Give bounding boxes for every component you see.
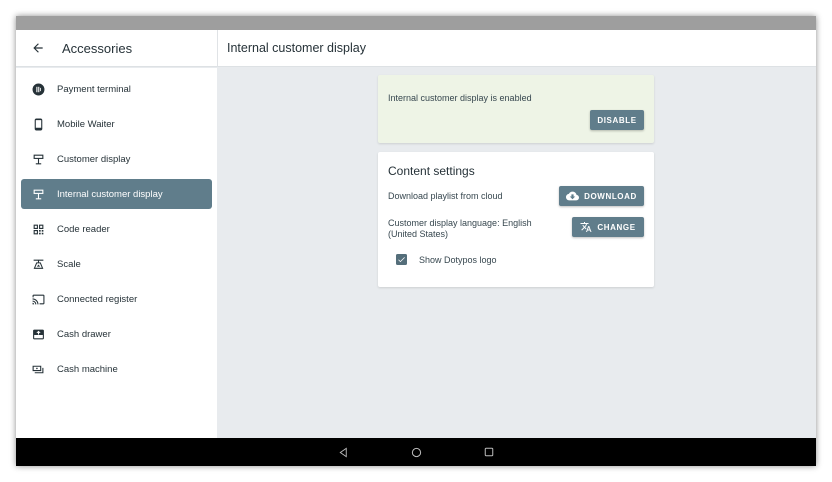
change-language-button[interactable]: CHANGE — [572, 217, 644, 237]
sidebar-item-label: Connected register — [57, 293, 138, 305]
language-label-line1: Customer display language: English — [388, 218, 532, 228]
sidebar-item-scale[interactable]: Scale — [21, 249, 212, 279]
translate-icon — [580, 221, 592, 233]
cash-machine-icon — [31, 362, 45, 376]
checkmark-icon — [398, 257, 405, 263]
app-window: Accessories Internal customer display Pa… — [16, 16, 816, 466]
nav-back-button[interactable] — [336, 445, 350, 459]
sidebar-item-internal-customer-display[interactable]: Internal customer display — [21, 179, 212, 209]
sidebar-item-cash-drawer[interactable]: Cash drawer — [21, 319, 212, 349]
sidebar-item-connected-register[interactable]: Connected register — [21, 284, 212, 314]
cash-drawer-icon — [31, 327, 45, 341]
phone-icon — [31, 117, 45, 131]
scale-icon — [31, 257, 45, 271]
download-button[interactable]: DOWNLOAD — [559, 186, 644, 206]
status-text: Internal customer display is enabled — [388, 93, 532, 103]
content-settings-card: Content settings Download playlist from … — [378, 152, 654, 287]
nav-home-button[interactable] — [409, 445, 423, 459]
sidebar-item-payment-terminal[interactable]: Payment terminal — [21, 74, 212, 104]
sidebar-item-cash-machine[interactable]: Cash machine — [21, 354, 212, 384]
page-title: Internal customer display — [227, 41, 366, 55]
arrow-left-icon — [33, 43, 43, 53]
show-logo-checkbox[interactable] — [396, 254, 407, 265]
qr-code-icon — [31, 222, 45, 236]
sidebar-item-label: Internal customer display — [57, 188, 163, 200]
circle-home-icon — [411, 447, 421, 457]
nav-recents-button[interactable] — [482, 445, 496, 459]
language-label-line2: (United States) — [388, 229, 449, 239]
sidebar-item-label: Code reader — [57, 223, 110, 235]
status-card: Internal customer display is enabled DIS… — [378, 75, 654, 143]
download-label: DOWNLOAD — [584, 191, 637, 201]
sidebar-item-label: Customer display — [57, 153, 131, 165]
cloud-download-icon — [566, 191, 580, 201]
sidebar-header: Accessories — [16, 30, 217, 67]
sidebar: Payment terminal Mobile Waiter Customer … — [16, 68, 217, 438]
content-settings-title: Content settings — [388, 164, 475, 178]
section-title: Accessories — [62, 40, 133, 56]
customer-display-icon — [31, 152, 45, 166]
sidebar-item-label: Scale — [57, 258, 81, 270]
sidebar-item-customer-display[interactable]: Customer display — [21, 144, 212, 174]
sidebar-item-label: Cash drawer — [57, 328, 111, 340]
status-bar — [16, 16, 816, 30]
sidebar-item-label: Payment terminal — [57, 83, 131, 95]
square-recents-icon — [484, 447, 494, 457]
playlist-label: Download playlist from cloud — [388, 191, 503, 201]
change-label: CHANGE — [597, 222, 636, 232]
customer-display-icon — [31, 187, 45, 201]
sidebar-item-mobile-waiter[interactable]: Mobile Waiter — [21, 109, 212, 139]
show-logo-label: Show Dotypos logo — [419, 255, 497, 265]
sidebar-item-label: Cash machine — [57, 363, 118, 375]
sidebar-item-code-reader[interactable]: Code reader — [21, 214, 212, 244]
payment-terminal-icon — [31, 82, 45, 96]
back-button[interactable] — [26, 36, 50, 60]
android-nav-bar — [16, 438, 816, 466]
sidebar-item-label: Mobile Waiter — [57, 118, 115, 130]
triangle-back-icon — [338, 447, 347, 457]
main-content: Internal customer display is enabled DIS… — [217, 68, 816, 438]
page-header: Internal customer display — [217, 30, 816, 67]
disable-button[interactable]: DISABLE — [590, 110, 644, 130]
cast-icon — [31, 292, 45, 306]
